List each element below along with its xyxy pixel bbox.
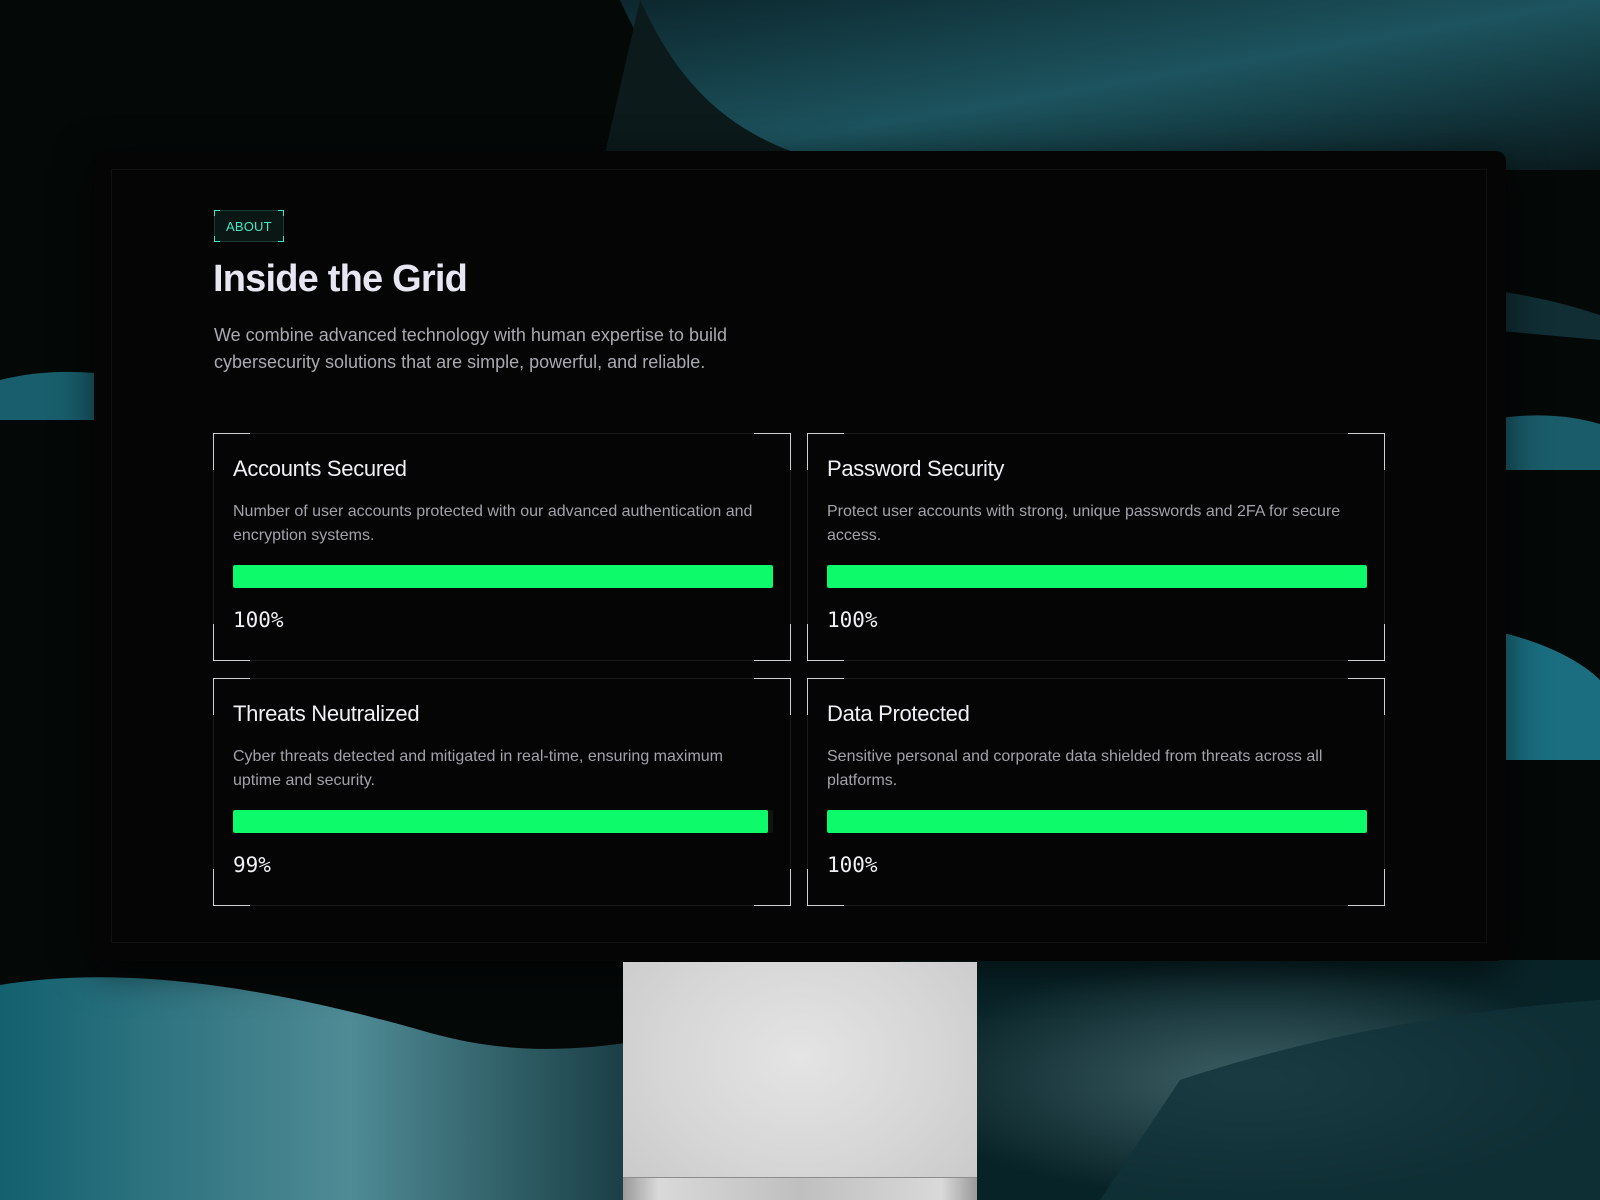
progress-fill [827, 565, 1367, 588]
progress-percent: 99% [233, 853, 271, 877]
card-description: Number of user accounts protected with o… [233, 503, 753, 544]
progress-fill [233, 810, 768, 833]
card-corner [754, 433, 791, 470]
stat-card-data-protected: Data Protected Sensitive personal and co… [807, 678, 1385, 906]
page-title: Inside the Grid [213, 258, 468, 300]
card-title: Password Security [827, 456, 1005, 481]
intro-text: We combine advanced technology with huma… [214, 325, 727, 372]
progress-fill [233, 565, 773, 588]
card-title: Accounts Secured [233, 456, 407, 481]
progress-fill [827, 810, 1367, 833]
stat-card-password-security: Password Security Protect user accounts … [807, 433, 1385, 661]
progress-bar [233, 565, 773, 588]
card-description: Protect user accounts with strong, uniqu… [827, 503, 1341, 544]
card-description: Sensitive personal and corporate data sh… [827, 748, 1323, 789]
card-corner [1348, 433, 1385, 470]
tag-corner [277, 210, 284, 216]
screen: ABOUT Inside the Grid We combine advance… [111, 169, 1487, 943]
card-corner [1348, 678, 1385, 715]
card-description: Cyber threats detected and mitigated in … [233, 748, 723, 789]
progress-percent: 100% [233, 608, 284, 632]
stat-card-threats-neutralized: Threats Neutralized Cyber threats detect… [213, 678, 791, 906]
monitor-stand [623, 962, 977, 1200]
about-tag: ABOUT [214, 210, 284, 242]
about-tag-label: ABOUT [226, 219, 272, 234]
progress-percent: 100% [827, 853, 878, 877]
progress-bar [827, 810, 1367, 833]
progress-bar [827, 565, 1367, 588]
card-title: Threats Neutralized [233, 701, 420, 726]
progress-percent: 100% [827, 608, 878, 632]
monitor-frame: ABOUT Inside the Grid We combine advance… [94, 151, 1506, 961]
card-corner [754, 678, 791, 715]
tag-corner [214, 236, 220, 242]
card-corner [1348, 869, 1385, 906]
tag-corner [277, 236, 284, 242]
progress-bar [233, 810, 773, 833]
card-corner [754, 624, 791, 661]
card-corner [1348, 624, 1385, 661]
stat-card-accounts-secured: Accounts Secured Number of user accounts… [213, 433, 791, 661]
card-corner [754, 869, 791, 906]
card-title: Data Protected [827, 701, 970, 726]
tag-corner [214, 210, 220, 216]
